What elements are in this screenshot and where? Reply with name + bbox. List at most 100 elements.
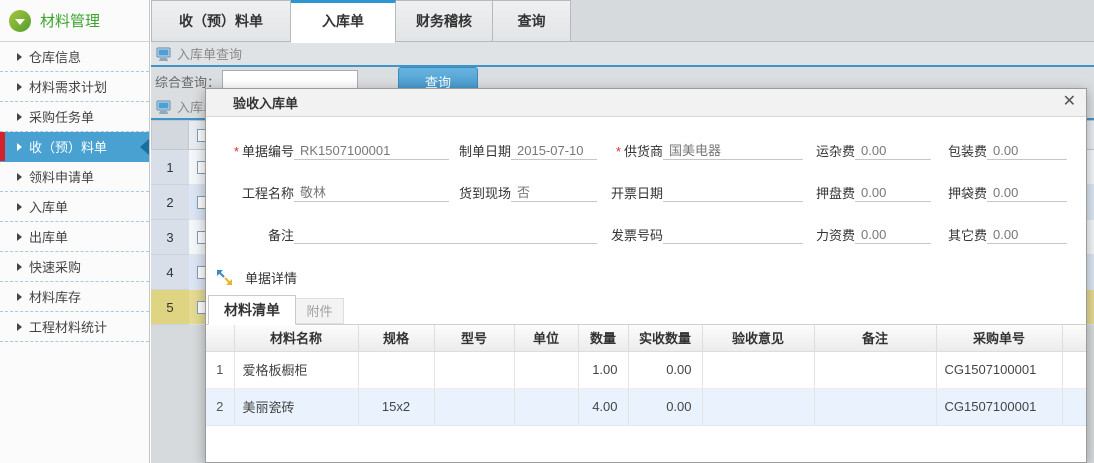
field-label: 其它费 (939, 225, 987, 244)
section-title: 入库单查询 (177, 44, 242, 63)
sidebar-item-purchase-task[interactable]: 采购任务单 (0, 102, 149, 132)
field-label: 货到现场 (453, 183, 511, 202)
field-doc-no[interactable]: RK1507100001 (294, 141, 449, 160)
sidebar: 材料管理 仓库信息 材料需求计划 采购任务单 收（预）料单 领料申请单 入库单 … (0, 0, 150, 463)
cell-remark[interactable] (814, 351, 936, 388)
caret-icon (17, 143, 22, 151)
caret-icon (17, 53, 22, 61)
sidebar-item-quick-purchase[interactable]: 快速采购 (0, 252, 149, 282)
material-table: 材料名称 规格 型号 单位 数量 实收数量 验收意见 备注 采购单号 1 (206, 325, 1086, 426)
field-bag-fee[interactable]: 0.00 (987, 183, 1067, 202)
cell-received-quantity[interactable]: 0.00 (628, 388, 702, 425)
cell-spec[interactable] (358, 351, 434, 388)
caret-icon (17, 113, 22, 121)
sidebar-item-material-demand-plan[interactable]: 材料需求计划 (0, 72, 149, 102)
sidebar-item-receive-material-order[interactable]: 收（预）料单 (0, 132, 149, 162)
cell-purchase-order-no[interactable]: CG1507100001 (936, 351, 1062, 388)
cell-purchase-order-no[interactable]: CG1507100001 (936, 388, 1062, 425)
cell-acceptance-opinion[interactable] (702, 388, 814, 425)
caret-icon (17, 83, 22, 91)
cell-material-name[interactable]: 美丽瓷砖 (234, 388, 358, 425)
cell-remark[interactable] (814, 388, 936, 425)
field-label: 备注 (206, 225, 294, 244)
sidebar-item-inbound-order[interactable]: 入库单 (0, 192, 149, 222)
cell-material-name[interactable]: 爱格板橱柜 (234, 351, 358, 388)
required-mark: * (616, 144, 621, 159)
detail-section-header: 单据详情 (206, 265, 1086, 289)
sidebar-item-project-material-stats[interactable]: 工程材料统计 (0, 312, 149, 342)
col-remark: 备注 (814, 325, 936, 351)
field-label: 工程名称 (206, 183, 294, 202)
field-goods-arrived[interactable]: 否 (511, 183, 597, 202)
col-material-name: 材料名称 (234, 325, 358, 351)
field-project-name[interactable]: 敬林 (294, 183, 449, 202)
sidebar-item-material-request[interactable]: 领料申请单 (0, 162, 149, 192)
field-label: 押袋费 (939, 183, 987, 202)
col-acceptance-opinion: 验收意见 (702, 325, 814, 351)
detail-tab-bar: 材料清单 附件 (206, 295, 1086, 325)
field-invoice-no[interactable] (663, 225, 803, 244)
field-remark[interactable] (294, 225, 597, 244)
col-model: 型号 (434, 325, 514, 351)
tab-inbound-order[interactable]: 入库单 (291, 0, 396, 43)
col-purchase-order-no: 采购单号 (936, 325, 1062, 351)
cell-row-number: 1 (206, 351, 234, 388)
cell-quantity[interactable]: 1.00 (578, 351, 628, 388)
cell-model[interactable] (434, 388, 514, 425)
module-collapse-icon[interactable] (9, 10, 31, 32)
row-number: 1 (151, 150, 189, 185)
table-row[interactable]: 1 爱格板橱柜 1.00 0.00 CG1507100001 (206, 351, 1086, 388)
form-row: 备注 发票号码 力资费 0.00 其它费 0.00 (206, 213, 1086, 255)
row-number: 5 (151, 290, 189, 325)
field-pallet-fee[interactable]: 0.00 (855, 183, 931, 202)
cell-unit[interactable] (514, 351, 578, 388)
sidebar-header[interactable]: 材料管理 (0, 0, 149, 42)
col-spec: 规格 (358, 325, 434, 351)
tab-material-list[interactable]: 材料清单 (208, 295, 296, 325)
detail-section-title: 单据详情 (245, 268, 297, 287)
modal-header[interactable]: 验收入库单 ✕ (206, 89, 1086, 117)
col-filler (1062, 325, 1086, 351)
cell-acceptance-opinion[interactable] (702, 351, 814, 388)
field-label: 制单日期 (453, 141, 511, 160)
caret-icon (17, 293, 22, 301)
expand-collapse-icon[interactable] (216, 269, 233, 286)
cell-unit[interactable] (514, 388, 578, 425)
field-packing-fee[interactable]: 0.00 (987, 141, 1067, 160)
field-label: 力资费 (811, 225, 855, 244)
caret-icon (17, 173, 22, 181)
tab-attachments[interactable]: 附件 (296, 298, 344, 324)
sidebar-item-warehouse-info[interactable]: 仓库信息 (0, 42, 149, 72)
sidebar-item-label: 工程材料统计 (29, 317, 107, 336)
col-quantity: 数量 (578, 325, 628, 351)
field-label: *单据编号 (206, 141, 294, 160)
field-freight-fee[interactable]: 0.00 (855, 141, 931, 160)
table-row[interactable]: 2 美丽瓷砖 15x2 4.00 0.00 CG1507100001 (206, 388, 1086, 425)
field-label: 开票日期 (601, 183, 663, 202)
field-labor-fee[interactable]: 0.00 (855, 225, 931, 244)
tab-receive-material-order[interactable]: 收（预）料单 (151, 0, 291, 42)
tab-finance-audit[interactable]: 财务稽核 (396, 0, 493, 42)
modal-acceptance-inbound-form: 验收入库单 ✕ *单据编号 RK1507100001 制单日期 2015-07-… (205, 88, 1087, 463)
field-other-fee[interactable]: 0.00 (987, 225, 1067, 244)
row-number: 3 (151, 220, 189, 255)
cell-filler (1062, 351, 1086, 388)
sidebar-menu: 仓库信息 材料需求计划 采购任务单 收（预）料单 领料申请单 入库单 出库单 快… (0, 42, 149, 342)
field-supplier[interactable]: 国美电器 (663, 141, 803, 160)
close-icon[interactable]: ✕ (1063, 93, 1076, 111)
tab-bar: 收（预）料单 入库单 财务稽核 查询 (151, 0, 1094, 42)
monitor-icon (156, 100, 171, 114)
cell-received-quantity[interactable]: 0.00 (628, 351, 702, 388)
cell-model[interactable] (434, 351, 514, 388)
sidebar-item-outbound-order[interactable]: 出库单 (0, 222, 149, 252)
cell-quantity[interactable]: 4.00 (578, 388, 628, 425)
field-make-date[interactable]: 2015-07-10 (511, 141, 597, 160)
cell-row-number: 2 (206, 388, 234, 425)
field-label: 运杂费 (811, 141, 855, 160)
field-invoice-date[interactable] (663, 183, 803, 202)
field-label: 押盘费 (811, 183, 855, 202)
sidebar-item-material-stock[interactable]: 材料库存 (0, 282, 149, 312)
cell-spec[interactable]: 15x2 (358, 388, 434, 425)
tab-query[interactable]: 查询 (493, 0, 571, 42)
sidebar-item-label: 收（预）料单 (29, 137, 107, 156)
